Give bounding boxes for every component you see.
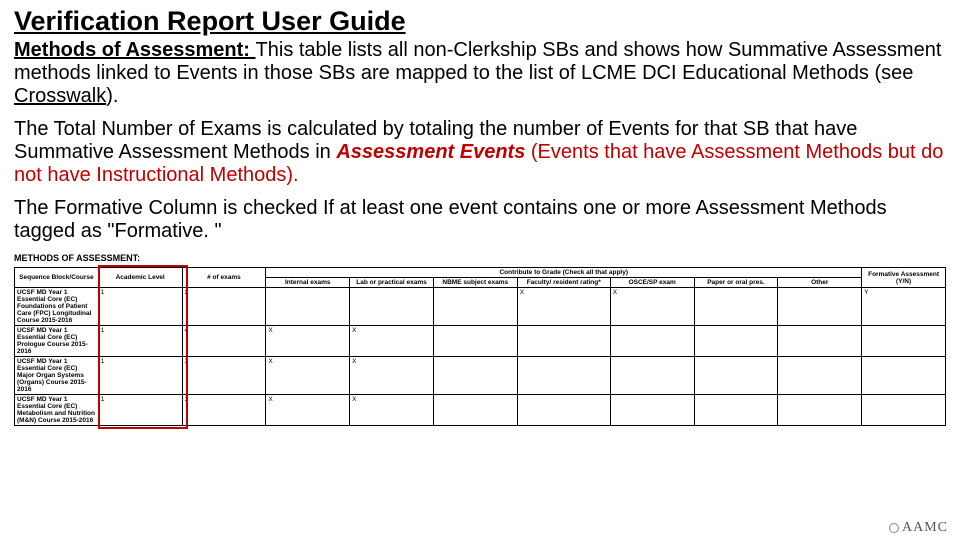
col-lab-exams: Lab or practical exams	[350, 278, 434, 288]
aamc-logo: AAMC	[889, 520, 948, 536]
cell-c6	[433, 395, 517, 426]
cell-c11	[862, 357, 946, 395]
crosswalk-link[interactable]: Crosswalk	[14, 85, 106, 107]
cell-level: 1	[98, 288, 182, 326]
cell-c10	[778, 288, 862, 326]
col-academic-level: Academic Level	[98, 268, 182, 288]
cell-c9	[694, 357, 778, 395]
cell-c8: X	[610, 288, 694, 326]
cell-c10	[778, 395, 862, 426]
cell-course: UCSF MD Year 1 Essential Core (EC) Prolo…	[15, 326, 99, 357]
col-sequence-block: Sequence Block/Course	[15, 268, 99, 288]
cell-c7: X	[517, 288, 610, 326]
moa-label: Methods of Assessment:	[14, 39, 256, 61]
cell-c4: X	[266, 395, 350, 426]
assessment-events-emph: Assessment Events	[336, 141, 525, 163]
col-nbme-exams: NBME subject exams	[433, 278, 517, 288]
para1-body-b: ).	[106, 85, 118, 107]
cell-course: UCSF MD Year 1 Essential Core (EC) Major…	[15, 357, 99, 395]
cell-c6	[433, 326, 517, 357]
cell-c7	[517, 357, 610, 395]
col-internal-exams: Internal exams	[266, 278, 350, 288]
cell-c6	[433, 288, 517, 326]
cell-c5: X	[350, 326, 434, 357]
cell-course: UCSF MD Year 1 Essential Core (EC) Metab…	[15, 395, 99, 426]
col-paper-oral: Paper or oral pres.	[694, 278, 778, 288]
col-formative: Formative Assessment (Y/N)	[862, 268, 946, 288]
cell-c6	[433, 357, 517, 395]
assessment-table: Sequence Block/Course Academic Level # o…	[14, 267, 946, 426]
page-title: Verification Report User Guide	[14, 6, 946, 37]
col-group-contribute: Contribute to Grade (Check all that appl…	[266, 268, 862, 278]
cell-c5: X	[350, 395, 434, 426]
moa-table-header: METHODS OF ASSESSMENT:	[14, 253, 946, 263]
table-wrap: METHODS OF ASSESSMENT: Sequence Block/Co…	[14, 253, 946, 426]
col-faculty-rating: Faculty/ resident rating*	[517, 278, 610, 288]
cell-c7	[517, 326, 610, 357]
table-row: UCSF MD Year 1 Essential Core (EC) Prolo…	[15, 326, 946, 357]
col-num-exams: # of exams	[182, 268, 266, 288]
para-formative: The Formative Column is checked If at le…	[14, 197, 946, 243]
cell-exams: 3	[182, 395, 266, 426]
cell-level: 1	[98, 357, 182, 395]
cell-c5: X	[350, 357, 434, 395]
para-methods-of-assessment: Methods of Assessment: This table lists …	[14, 39, 946, 108]
cell-c9	[694, 395, 778, 426]
cell-c10	[778, 357, 862, 395]
cell-c10	[778, 326, 862, 357]
cell-c8	[610, 326, 694, 357]
col-other: Other	[778, 278, 862, 288]
cell-c8	[610, 395, 694, 426]
page: Verification Report User Guide Methods o…	[0, 0, 960, 540]
cell-c11	[862, 395, 946, 426]
table-row: UCSF MD Year 1 Essential Core (EC) Metab…	[15, 395, 946, 426]
cell-c4: X	[266, 326, 350, 357]
col-osce-sp: OSCE/SP exam	[610, 278, 694, 288]
cell-c9	[694, 326, 778, 357]
cell-c7	[517, 395, 610, 426]
cell-exams: 2	[182, 288, 266, 326]
table-header-row-1: Sequence Block/Course Academic Level # o…	[15, 268, 946, 278]
cell-exams: 3	[182, 357, 266, 395]
table-row: UCSF MD Year 1 Essential Core (EC) Major…	[15, 357, 946, 395]
cell-c4	[266, 288, 350, 326]
cell-c4: X	[266, 357, 350, 395]
cell-c5	[350, 288, 434, 326]
table-row: UCSF MD Year 1 Essential Core (EC) Found…	[15, 288, 946, 326]
cell-level: 1	[98, 395, 182, 426]
cell-c9	[694, 288, 778, 326]
cell-c8	[610, 357, 694, 395]
cell-c11: Y	[862, 288, 946, 326]
cell-c11	[862, 326, 946, 357]
cell-course: UCSF MD Year 1 Essential Core (EC) Found…	[15, 288, 99, 326]
cell-exams: 4	[182, 326, 266, 357]
cell-level: 1	[98, 326, 182, 357]
para-total-exams: The Total Number of Exams is calculated …	[14, 118, 946, 187]
